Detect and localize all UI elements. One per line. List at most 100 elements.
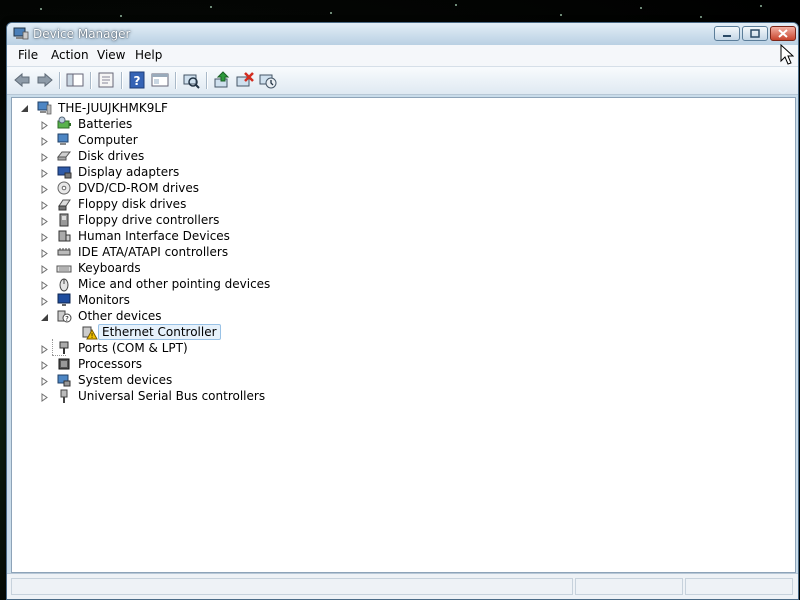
hid-icon — [58, 230, 71, 242]
mouse-cursor-icon — [780, 44, 794, 65]
toolbar-separator — [206, 72, 208, 89]
tree-item-label: Disk drives — [78, 149, 145, 163]
svg-text:!: ! — [91, 332, 94, 340]
tree-item-label: Other devices — [78, 309, 162, 323]
computer-icon — [37, 101, 52, 115]
tree-category-item[interactable]: Mice and other pointing devices — [40, 276, 300, 292]
tree-item-label: Computer — [78, 133, 138, 147]
tree-category-item[interactable]: Floppy drive controllers — [40, 212, 300, 228]
tree-category-item[interactable]: DVD/CD-ROM drives — [40, 180, 300, 196]
update-driver-icon[interactable] — [212, 71, 232, 89]
usb-icon — [60, 389, 68, 403]
tree-category-item[interactable]: Universal Serial Bus controllers — [40, 388, 300, 404]
tree-category-item[interactable]: ? Other devices — [40, 308, 300, 324]
processor-icon — [58, 358, 70, 370]
expand-arrow-icon[interactable] — [40, 135, 49, 149]
battery-icon — [57, 116, 71, 129]
display-adapter-icon — [57, 166, 72, 179]
tree-category-item[interactable]: System devices — [40, 372, 300, 388]
uninstall-icon[interactable] — [235, 71, 255, 89]
status-bar — [7, 573, 798, 599]
tree-category-item[interactable]: Display adapters — [40, 164, 300, 180]
tree-item-label: Mice and other pointing devices — [78, 277, 271, 291]
menu-file[interactable]: File — [18, 48, 38, 62]
expand-arrow-icon[interactable] — [40, 167, 49, 181]
expand-arrow-icon[interactable] — [40, 263, 49, 277]
warning-device-icon: ! — [82, 326, 98, 340]
view-pane-icon[interactable] — [150, 71, 170, 89]
expand-arrow-icon[interactable] — [40, 215, 49, 229]
tree-category-item[interactable]: Floppy disk drives — [40, 196, 300, 212]
help-icon[interactable]: ? — [127, 71, 147, 89]
port-icon — [59, 341, 69, 354]
expand-arrow-icon[interactable] — [40, 183, 49, 197]
toolbar: ? — [7, 67, 798, 95]
expand-arrow-icon[interactable] — [40, 119, 49, 133]
maximize-button[interactable] — [742, 26, 768, 41]
expand-arrow-icon[interactable] — [40, 151, 49, 165]
tree-category-item[interactable]: Human Interface Devices — [40, 228, 300, 244]
expand-arrow-icon[interactable] — [40, 199, 49, 213]
expand-arrow-icon[interactable] — [40, 231, 49, 245]
tree-item-label: IDE ATA/ATAPI controllers — [78, 245, 229, 259]
expand-arrow-icon[interactable] — [40, 295, 49, 309]
monitor-icon — [57, 293, 71, 306]
toolbar-separator — [121, 72, 123, 89]
expand-arrow-icon[interactable] — [40, 343, 49, 357]
toolbar-separator — [90, 72, 92, 89]
device-tree[interactable]: THE-JUUJKHMK9LF Batteries Computer Disk dr… — [11, 97, 796, 573]
tree-item-label: Ports (COM & LPT) — [78, 341, 188, 355]
expand-arrow-icon[interactable] — [40, 375, 49, 389]
tree-category-item[interactable]: Disk drives — [40, 148, 300, 164]
collapse-arrow-icon[interactable] — [40, 311, 49, 325]
tree-category-item[interactable]: IDE ATA/ATAPI controllers — [40, 244, 300, 260]
menu-help[interactable]: Help — [135, 48, 162, 62]
tree-item-label: Monitors — [78, 293, 130, 307]
system-device-icon — [57, 374, 71, 387]
tree-item-label: Floppy disk drives — [78, 197, 187, 211]
device-manager-icon — [13, 27, 29, 40]
tree-category-item[interactable]: Monitors — [40, 292, 300, 308]
expand-arrow-icon[interactable] — [40, 247, 49, 261]
properties-icon[interactable] — [96, 71, 116, 89]
tree-root[interactable]: THE-JUUJKHMK9LF — [20, 100, 320, 116]
tree-item-label: Universal Serial Bus controllers — [78, 389, 266, 403]
tree-category-item[interactable]: Ports (COM & LPT) — [40, 340, 300, 356]
title-bar[interactable]: Device Manager — [7, 23, 798, 45]
toolbar-separator — [59, 72, 61, 89]
floppy-disk-icon — [58, 199, 71, 211]
expand-arrow-icon[interactable] — [40, 279, 49, 293]
tree-item-label: Batteries — [78, 117, 133, 131]
tree-item-label: Floppy drive controllers — [78, 213, 220, 227]
scan-hardware-changes-icon[interactable] — [181, 71, 201, 89]
svg-text:?: ? — [134, 74, 141, 88]
back-arrow-icon[interactable] — [12, 71, 32, 89]
tree-category-item[interactable]: Keyboards — [40, 260, 300, 276]
show-hide-console-tree-icon[interactable] — [65, 71, 85, 89]
tree-item-label: System devices — [78, 373, 173, 387]
tree-category-item[interactable]: Processors — [40, 356, 300, 372]
tree-item-label: Keyboards — [78, 261, 141, 275]
minimize-button[interactable] — [714, 26, 740, 41]
tree-category-item[interactable]: Computer — [40, 132, 300, 148]
toolbar-separator — [175, 72, 177, 89]
tree-device-item[interactable]: ! Ethernet Controller — [60, 324, 320, 340]
svg-text:?: ? — [65, 315, 69, 323]
menu-view[interactable]: View — [97, 48, 125, 62]
tree-category-item[interactable]: Batteries — [40, 116, 300, 132]
tree-item-label: Processors — [78, 357, 143, 371]
tree-item-label: DVD/CD-ROM drives — [78, 181, 200, 195]
computer-name: THE-JUUJKHMK9LF — [58, 101, 168, 115]
enable-device-icon[interactable] — [258, 71, 278, 89]
menu-action[interactable]: Action — [51, 48, 89, 62]
close-button[interactable] — [770, 26, 796, 41]
forward-arrow-icon[interactable] — [35, 71, 55, 89]
tree-item-label: Human Interface Devices — [78, 229, 230, 243]
expand-arrow-icon[interactable] — [40, 359, 49, 373]
keyboard-icon — [56, 265, 72, 273]
dvd-drive-icon — [57, 181, 71, 195]
window-title: Device Manager — [33, 27, 131, 41]
expand-arrow-icon[interactable] — [40, 391, 49, 405]
computer-icon — [57, 133, 69, 145]
collapse-arrow-icon[interactable] — [20, 104, 29, 113]
